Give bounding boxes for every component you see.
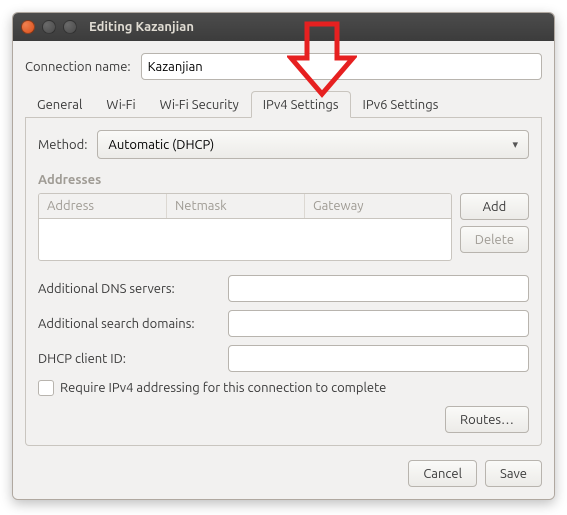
tab-general[interactable]: General [25,91,94,118]
delete-button[interactable]: Delete [460,226,529,253]
search-domains-input[interactable] [228,310,529,337]
tab-ipv4-settings[interactable]: IPv4 Settings [251,91,351,118]
network-editor-window: Editing Kazanjian Connection name: Gener… [12,12,555,500]
dhcp-client-id-input[interactable] [228,345,529,372]
addresses-section-label: Addresses [38,173,529,187]
method-select[interactable]: Automatic (DHCP) [97,130,529,159]
save-button[interactable]: Save [485,460,542,487]
close-icon[interactable] [21,20,35,34]
connection-name-label: Connection name: [25,60,131,74]
dns-input[interactable] [228,275,529,302]
titlebar: Editing Kazanjian [13,13,554,41]
search-domains-label: Additional search domains: [38,317,218,331]
window-title: Editing Kazanjian [89,20,194,34]
method-value: Automatic (DHCP) [108,138,214,152]
dhcp-client-id-label: DHCP client ID: [38,352,218,366]
routes-button[interactable]: Routes… [445,406,529,433]
window-controls [21,20,77,34]
connection-name-input[interactable] [141,53,542,80]
minimize-icon[interactable] [42,20,56,34]
tab-wifi[interactable]: Wi-Fi [94,91,147,118]
col-netmask: Netmask [167,194,305,218]
content: Connection name: General Wi-Fi Wi-Fi Sec… [13,41,554,499]
tab-ipv6-settings[interactable]: IPv6 Settings [351,91,451,118]
col-address: Address [39,194,167,218]
dns-label: Additional DNS servers: [38,282,218,296]
require-ipv4-checkbox[interactable] [38,380,54,396]
cancel-button[interactable]: Cancel [408,460,477,487]
ipv4-panel: Method: Automatic (DHCP) Addresses Addre… [25,118,542,446]
method-label: Method: [38,138,87,152]
col-gateway: Gateway [305,194,451,218]
require-ipv4-label: Require IPv4 addressing for this connect… [60,381,386,395]
addresses-header: Address Netmask Gateway [39,194,451,219]
addresses-table: Address Netmask Gateway [38,193,452,261]
add-button[interactable]: Add [460,193,529,220]
maximize-icon[interactable] [63,20,77,34]
tab-wifi-security[interactable]: Wi-Fi Security [148,91,251,118]
tab-bar: General Wi-Fi Wi-Fi Security IPv4 Settin… [25,90,542,118]
